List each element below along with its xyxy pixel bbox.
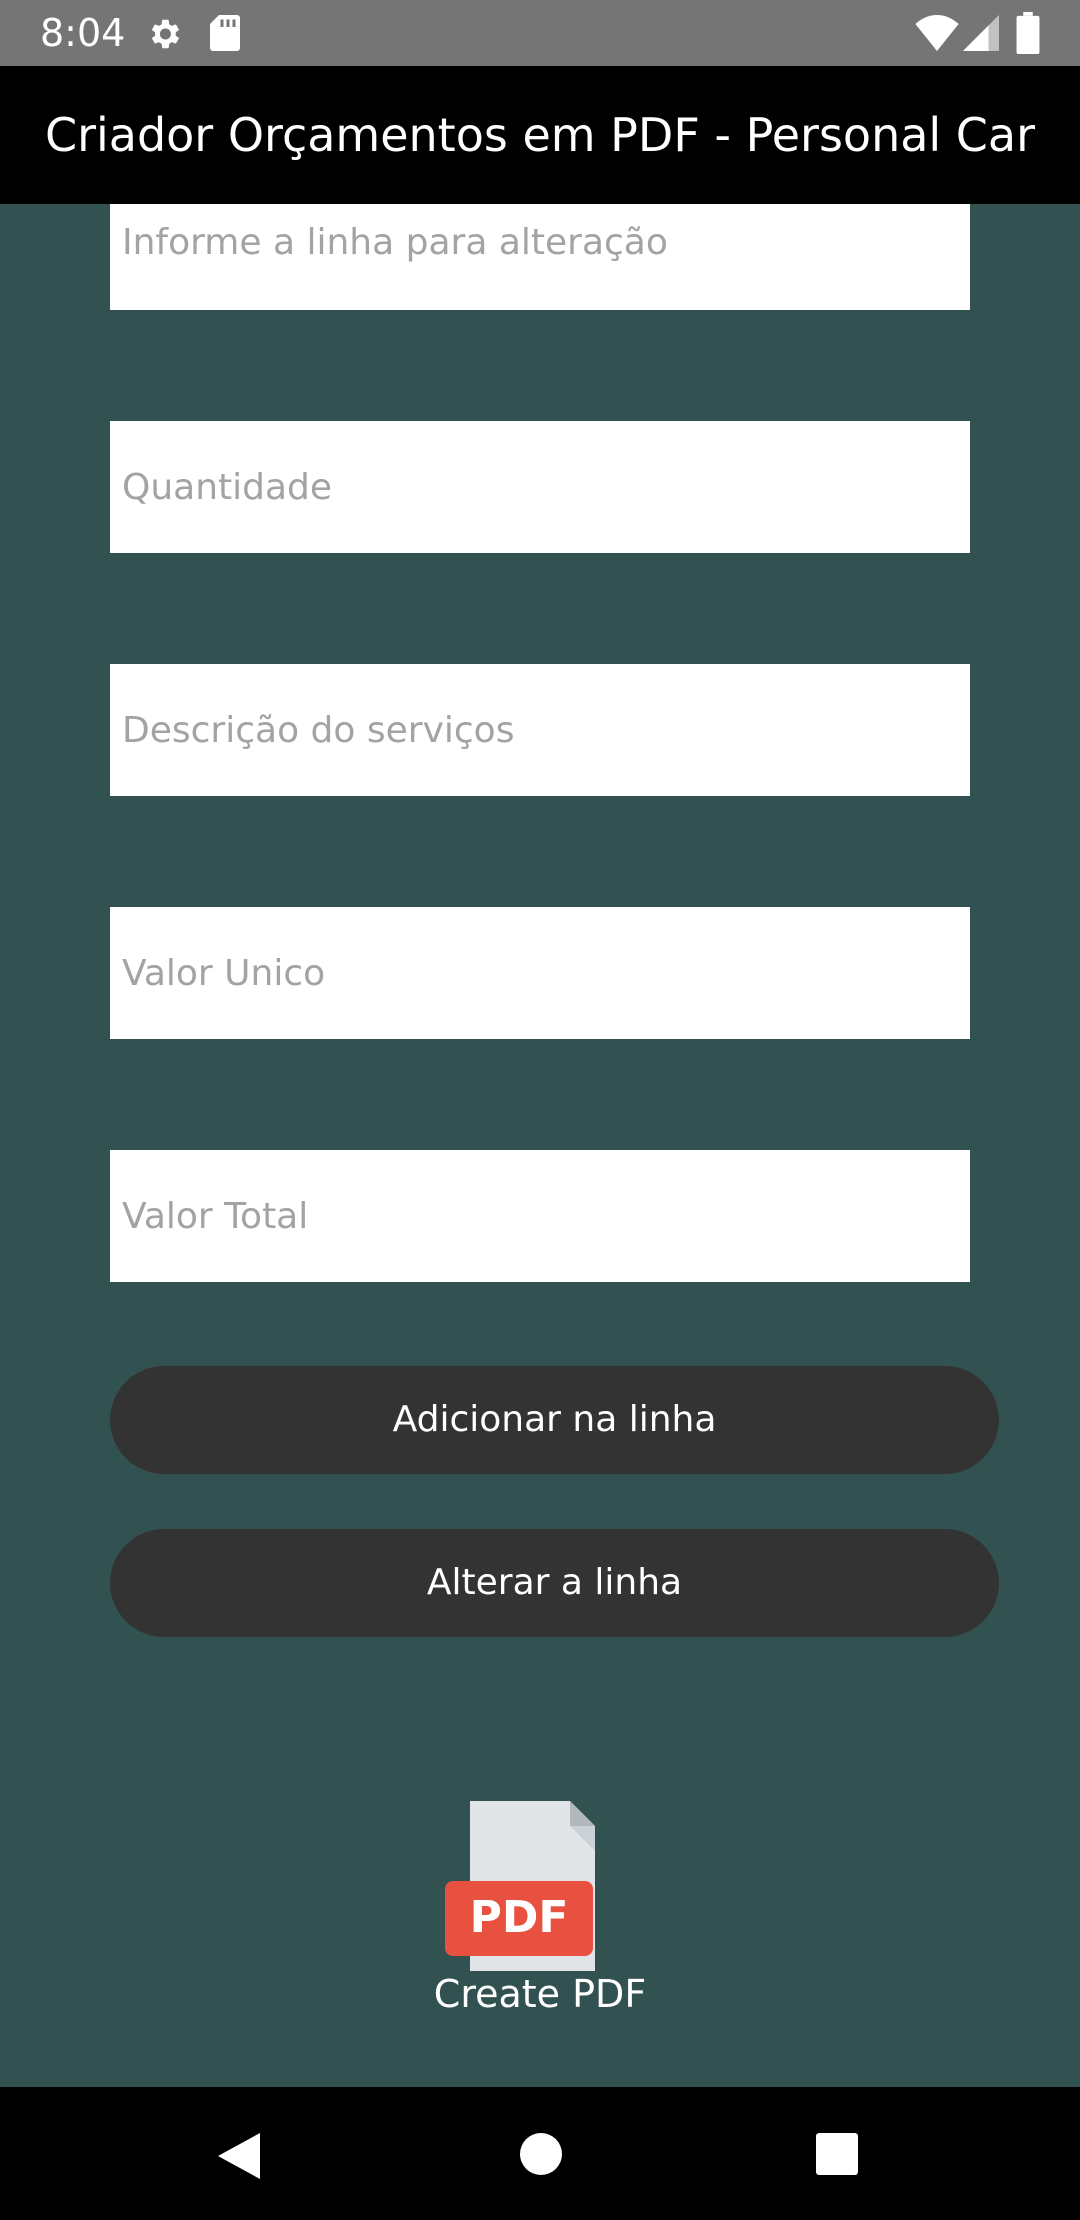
- service-description-input[interactable]: [110, 664, 970, 796]
- line-number-input[interactable]: [110, 204, 970, 310]
- cell-signal-icon: [963, 15, 999, 51]
- battery-icon: [1016, 12, 1040, 54]
- app-title: Criador Orçamentos em PDF - Personal Car: [44, 108, 1036, 162]
- gear-icon: [151, 19, 180, 49]
- alter-line-button[interactable]: Alterar a linha: [110, 1529, 999, 1637]
- unit-value-input[interactable]: [110, 907, 970, 1039]
- sd-card-icon: [210, 15, 240, 51]
- home-icon[interactable]: [520, 2133, 562, 2175]
- back-icon[interactable]: [218, 2133, 260, 2179]
- create-pdf-label: Create PDF: [433, 1972, 647, 2016]
- app-screen: 8:04 Criador Orçamentos em PDF - Persona…: [0, 0, 1080, 2220]
- status-time: 8:04: [40, 11, 126, 55]
- navigation-bar: [0, 2087, 1080, 2220]
- app-bar: Criador Orçamentos em PDF - Personal Car: [0, 66, 1080, 204]
- add-line-button[interactable]: Adicionar na linha: [110, 1366, 999, 1474]
- wifi-icon: [915, 15, 959, 51]
- pdf-badge-text: PDF: [470, 1892, 569, 1943]
- create-pdf-button[interactable]: PDF Create PDF: [420, 1795, 660, 2025]
- status-bar: 8:04: [0, 0, 1080, 66]
- quantity-input[interactable]: [110, 421, 970, 553]
- recents-icon[interactable]: [816, 2133, 858, 2175]
- total-value-input[interactable]: [110, 1150, 970, 1282]
- pdf-file-icon: PDF: [445, 1801, 595, 1971]
